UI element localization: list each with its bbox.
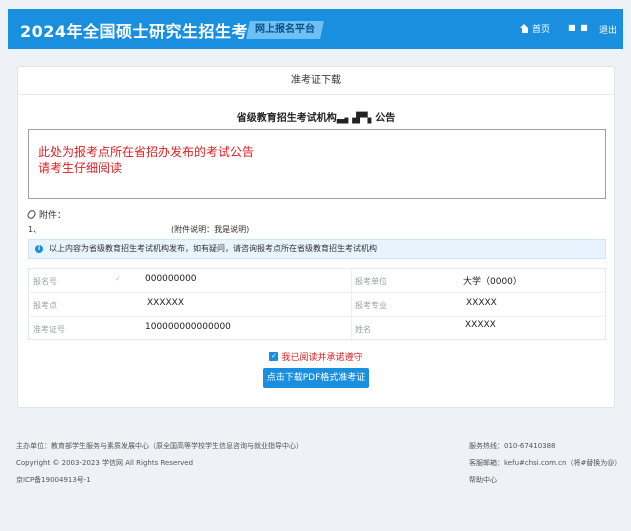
footer-icp[interactable]: 京ICP备19004913号-1 [16, 475, 91, 485]
card-title: 准考证下载 [18, 67, 614, 95]
field-label: 报考单位 [355, 277, 387, 286]
field-label: 报名号 [33, 277, 57, 286]
attachments-header: 附件： [26, 208, 67, 221]
checkbox-checked-icon[interactable]: ✓ [269, 352, 279, 361]
footer-host: 主办单位：教育部学生服务与素质发展中心（原全国高等学校学生信息咨询与就业指导中心… [16, 442, 303, 450]
table-row: 准考证号 100000000000000 姓名 XXXXX [29, 317, 605, 341]
field-value: 大学（0000） [463, 277, 522, 287]
check-icon: ✓ [115, 275, 121, 283]
info-icon: i [35, 245, 43, 253]
agreement-label[interactable]: 我已阅读并承诺遵守 [281, 350, 362, 363]
admission-ticket-card: 准考证下载 省级教育招生考试机构▃▖▟▀▖公告 此处为报考点所在省招办发布的考试… [17, 66, 615, 408]
info-text: 以上内容为省级教育招生考试机构发布，如有疑问，请咨询报考点所在省级教育招生考试机… [49, 244, 377, 253]
home-icon [520, 24, 529, 33]
footer-help-link[interactable]: 帮助中心 [469, 475, 497, 485]
field-label: 准考证号 [33, 325, 65, 334]
field-value: XXXXX [466, 298, 497, 308]
site-title: 2024年全国硕士研究生招生考试 [20, 22, 265, 41]
footer-hotline: 服务热线：010-67410388 [469, 442, 556, 450]
notice-line: 此处为报考点所在省招办发布的考试公告 [38, 145, 255, 159]
page-footer: 主办单位：教育部学生服务与素质发展中心（原全国高等学校学生信息咨询与就业指导中心… [0, 430, 631, 531]
footer-copyright: Copyright © 2003-2023 学信网 All Rights Res… [16, 459, 194, 467]
table-row: 报考点 XXXXXX 报考专业 XXXXX [29, 293, 605, 317]
column-divider [351, 269, 352, 293]
notice-line: 请考生仔细阅读 [38, 161, 123, 175]
paperclip-icon [26, 208, 37, 221]
field-value: 100000000000000 [145, 322, 231, 332]
notice-title: 省级教育招生考试机构▃▖▟▀▖公告 [236, 113, 396, 124]
attachment-index: 1、 [28, 225, 42, 234]
table-row: 报名号 ✓ 000000000 报考单位 大学（0000） [29, 269, 605, 293]
nav-user-name[interactable]: ■ ■ [568, 23, 589, 32]
field-label: 报考专业 [355, 301, 387, 310]
footer-email: 客服邮箱：kefu#chsi.com.cn（将#替换为@） [469, 459, 622, 467]
agreement-row: ✓ 我已阅读并承诺遵守 [18, 350, 614, 363]
download-pdf-button[interactable]: 点击下载PDF格式准考证 [263, 368, 369, 388]
field-value: 000000000 [145, 274, 197, 284]
attachments-label: 附件： [39, 211, 67, 221]
field-label: 姓名 [355, 325, 371, 334]
field-value: XXXXXX [147, 298, 184, 308]
nav-home-label: 首页 [532, 25, 551, 35]
logout-link[interactable]: 退出 [599, 23, 617, 36]
column-divider [351, 293, 352, 317]
info-alert: i 以上内容为省级教育招生考试机构发布，如有疑问，请咨询报考点所在省级教育招生考… [28, 239, 606, 259]
column-divider [351, 317, 352, 341]
field-value: XXXXX [465, 320, 496, 330]
candidate-info-table: 报名号 ✓ 000000000 报考单位 大学（0000） 报考点 XXXXXX… [28, 268, 606, 341]
field-label: 报考点 [33, 301, 57, 310]
platform-badge: 网上报名平台 [246, 21, 324, 39]
nav-home-link[interactable]: 首页 [520, 22, 550, 35]
top-header: 2024年全国硕士研究生招生考试 网上报名平台 首页 ■ ■ 退出 [8, 9, 623, 49]
attachment-description: (附件说明：我是说明) [171, 225, 250, 234]
notice-content-box: 此处为报考点所在省招办发布的考试公告 请考生仔细阅读 [28, 129, 606, 199]
platform-badge-label: 网上报名平台 [255, 24, 315, 35]
